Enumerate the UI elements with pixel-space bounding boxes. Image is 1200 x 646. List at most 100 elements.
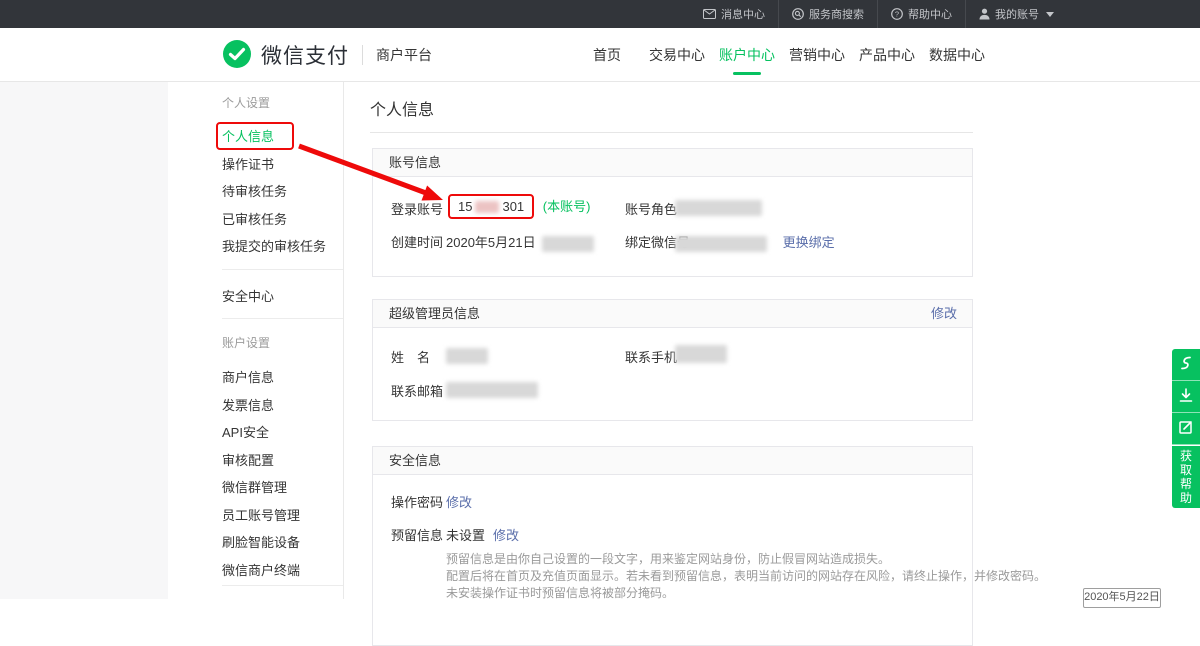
description-line: 预留信息是由你自己设置的一段文字，用来鉴定网站身份，防止假冒网站造成损失。: [446, 551, 1046, 568]
nav-marketing-center[interactable]: 营销中心: [789, 28, 845, 82]
left-gutter: [0, 82, 168, 599]
panel-title: 超级管理员信息: [389, 306, 480, 321]
customer-service-button[interactable]: [1172, 349, 1200, 381]
panel-header: 安全信息: [373, 447, 972, 475]
feedback-button[interactable]: [1172, 413, 1200, 445]
brand[interactable]: 微信支付 商户平台: [222, 28, 432, 82]
sidebar-list-2: 商户信息 发票信息 API安全 审核配置 微信群管理 员工账号管理 刷脸智能设备…: [222, 363, 343, 583]
sidebar-item-review-config[interactable]: 审核配置: [222, 446, 343, 474]
squiggle-link-icon: [1179, 355, 1193, 374]
redacted-login-middle: [475, 201, 499, 213]
sidebar-item-merchant-terminal[interactable]: 微信商户终端: [222, 556, 343, 584]
envelope-icon: [703, 9, 716, 19]
nav-home[interactable]: 首页: [579, 28, 635, 82]
sidebar-item-merchant-info[interactable]: 商户信息: [222, 363, 343, 391]
download-icon: [1179, 388, 1193, 406]
chevron-down-icon: [1046, 12, 1054, 17]
topbar-item-provider-search[interactable]: 服务商搜索: [778, 0, 877, 28]
sidebar-item-operation-certificate[interactable]: 操作证书: [222, 150, 343, 178]
svg-text:?: ?: [895, 10, 899, 19]
topbar-item-my-account[interactable]: 我的账号: [965, 0, 1067, 28]
sidebar-item-api-security[interactable]: API安全: [222, 418, 343, 446]
panel-body: 登录账号 15 301 (本账号) 账号角色 创建时间 2020年5月21日 绑…: [373, 177, 972, 277]
user-icon: [979, 8, 990, 20]
topbar-item-label: 服务商搜索: [809, 6, 864, 22]
login-annotation-box: 15 301: [448, 194, 534, 219]
edit-icon: [1179, 420, 1193, 437]
sidebar-list-1: 个人信息 操作证书 待审核任务 已审核任务 我提交的审核任务: [222, 122, 343, 260]
sidebar-item-security-center[interactable]: 安全中心: [222, 282, 343, 310]
sidebar-item-personal-info[interactable]: 个人信息: [222, 122, 343, 150]
login-number-prefix: 15: [458, 199, 472, 214]
sidebar-section-account-settings: 账户设置: [222, 335, 343, 352]
description-line: 配置后将在首页及充值页面显示。若未看到预留信息，表明当前访问的网站存在风险，请终…: [446, 568, 1046, 585]
rebind-link[interactable]: 更换绑定: [783, 235, 835, 250]
sidebar-divider: [222, 318, 343, 319]
redacted-admin-email: [446, 382, 538, 398]
security-info-panel: 安全信息 操作密码 修改 预留信息 未设置 修改 预留信息是由你自己设置的一段文…: [372, 446, 973, 646]
nav-data-center[interactable]: 数据中心: [929, 28, 985, 82]
title-divider: [370, 132, 973, 133]
edit-reserved-info-link[interactable]: 修改: [493, 525, 519, 544]
brand-name: 微信支付: [261, 40, 349, 70]
bound-wechat-value: 更换绑定: [675, 232, 835, 252]
reserved-info-value: 未设置: [446, 525, 485, 544]
created-time-label: 创建时间: [391, 232, 443, 251]
sidebar-section-personal-settings: 个人设置: [222, 95, 343, 112]
sidebar-item-pending-review-tasks[interactable]: 待审核任务: [222, 177, 343, 205]
sidebar-list-security: 安全中心: [222, 282, 343, 310]
reserved-info-label: 预留信息: [391, 525, 443, 544]
description-line: 未安装操作证书时预留信息将被部分掩码。: [446, 585, 1046, 602]
login-number-suffix: 301: [502, 199, 524, 214]
edit-password-link[interactable]: 修改: [446, 492, 472, 511]
header: 微信支付 商户平台 首页 交易中心 账户中心 营销中心 产品中心 数据中心: [0, 28, 1200, 82]
sidebar: 个人设置 个人信息 操作证书 待审核任务 已审核任务 我提交的审核任务 安全中心…: [168, 82, 344, 599]
topbar-menu: 消息中心 服务商搜索 ? 帮助中心 我的账号: [690, 0, 1067, 28]
redacted-wechat-id: [675, 236, 767, 252]
panel-title: 安全信息: [389, 453, 441, 468]
sidebar-item-my-submitted-tasks[interactable]: 我提交的审核任务: [222, 232, 343, 260]
redacted-admin-name: [446, 348, 488, 364]
login-account-value: 15 301 (本账号): [448, 194, 590, 219]
operation-password-label: 操作密码: [391, 492, 443, 511]
account-info-panel: 账号信息 登录账号 15 301 (本账号) 账号角色 创建时间 2020年5月…: [372, 148, 973, 277]
get-help-button[interactable]: 获取帮助: [1172, 446, 1200, 508]
redacted-account-role: [675, 200, 762, 216]
sidebar-divider: [222, 585, 343, 586]
sidebar-item-staff-account-mgmt[interactable]: 员工账号管理: [222, 501, 343, 529]
panel-header: 超级管理员信息 修改: [373, 300, 972, 328]
topbar-item-label: 帮助中心: [908, 6, 952, 22]
question-icon: ?: [891, 8, 903, 20]
admin-email-value: [446, 381, 538, 398]
sidebar-divider: [222, 269, 343, 270]
admin-email-label: 联系邮箱: [391, 381, 443, 400]
get-help-label: 获取帮助: [1180, 449, 1193, 505]
main-content: 个人信息 账号信息 登录账号 15 301 (本账号) 账号角色 创建时间 20…: [370, 82, 973, 599]
redacted-admin-phone: [675, 345, 727, 363]
admin-phone-label: 联系手机: [625, 347, 677, 366]
nav-product-center[interactable]: 产品中心: [859, 28, 915, 82]
nav-transaction-center[interactable]: 交易中心: [649, 28, 705, 82]
floating-help-bar: 获取帮助: [1172, 349, 1200, 508]
sidebar-item-reviewed-tasks[interactable]: 已审核任务: [222, 205, 343, 233]
created-date-text: 2020年5月21日: [446, 235, 536, 250]
nav-account-center[interactable]: 账户中心: [719, 28, 775, 82]
panel-body: 操作密码 修改 预留信息 未设置 修改 预留信息是由你自己设置的一段文字，用来鉴…: [373, 475, 972, 646]
page-title: 个人信息: [370, 96, 434, 120]
sidebar-item-wechat-group-mgmt[interactable]: 微信群管理: [222, 473, 343, 501]
admin-phone-value: [675, 345, 727, 363]
topbar-item-messages[interactable]: 消息中心: [690, 0, 778, 28]
date-stamp: 2020年5月22日: [1083, 588, 1161, 608]
brand-divider: [362, 45, 363, 65]
panel-body: 姓 名 联系手机 联系邮箱: [373, 328, 972, 421]
edit-admin-link[interactable]: 修改: [931, 300, 957, 327]
account-role-label: 账号角色: [625, 199, 677, 218]
sidebar-item-face-device[interactable]: 刷脸智能设备: [222, 528, 343, 556]
download-button[interactable]: [1172, 381, 1200, 413]
wechat-pay-logo-icon: [222, 39, 252, 72]
topbar-item-help-center[interactable]: ? 帮助中心: [877, 0, 965, 28]
super-admin-panel: 超级管理员信息 修改 姓 名 联系手机 联系邮箱: [372, 299, 973, 421]
sidebar-item-invoice-info[interactable]: 发票信息: [222, 391, 343, 419]
panel-header: 账号信息: [373, 149, 972, 177]
created-time-value: 2020年5月21日: [446, 232, 594, 252]
